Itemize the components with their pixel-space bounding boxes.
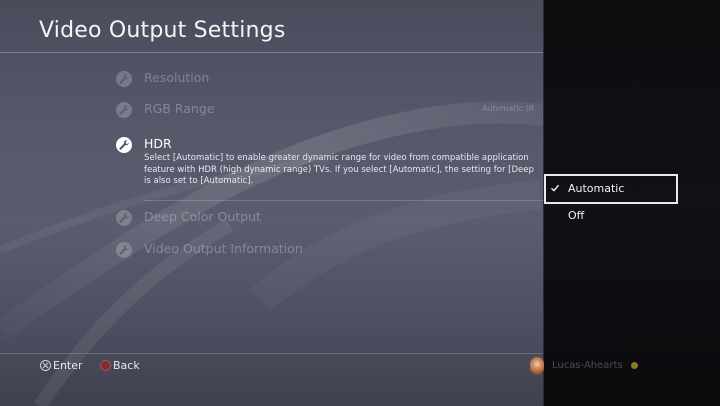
status-dot-icon: [631, 362, 638, 369]
menu-item-label: Deep Color Output: [144, 209, 261, 224]
menu-item-label: Resolution: [144, 70, 210, 85]
wrench-icon: [116, 102, 132, 118]
menu-item-hdr[interactable]: HDR Select [Automatic] to enable greater…: [116, 132, 546, 196]
options-panel: Automatic Off: [543, 0, 720, 406]
wrench-icon: [116, 210, 132, 226]
page-title: Video Output Settings: [39, 18, 286, 43]
wrench-icon: [116, 242, 132, 258]
menu-divider: [144, 200, 546, 201]
footer-divider: [0, 353, 543, 354]
back-hint[interactable]: Back: [100, 359, 140, 372]
menu-item-label: HDR: [144, 136, 172, 151]
menu-item-deep-color-output[interactable]: Deep Color Output: [116, 205, 546, 231]
option-automatic[interactable]: Automatic: [544, 174, 678, 204]
option-label: Off: [568, 209, 585, 222]
enter-label: Enter: [53, 359, 83, 372]
menu-item-rgb-range[interactable]: RGB Range Automatic (R: [116, 97, 546, 123]
checkmark-icon: [551, 184, 560, 192]
option-off[interactable]: Off: [544, 201, 678, 231]
avatar: [530, 357, 544, 375]
user-name: Lucas-Ahearts: [552, 360, 623, 371]
back-label: Back: [113, 359, 140, 372]
enter-hint[interactable]: Enter: [40, 359, 83, 372]
menu-item-video-output-information[interactable]: Video Output Information: [116, 237, 546, 263]
option-label: Automatic: [568, 182, 625, 195]
title-divider: [0, 52, 545, 53]
cross-button-icon: [40, 360, 51, 371]
menu-item-resolution[interactable]: Resolution: [116, 66, 546, 92]
menu-item-label: RGB Range: [144, 101, 215, 116]
menu-item-description: Select [Automatic] to enable greater dyn…: [144, 153, 534, 186]
wrench-icon: [116, 71, 132, 87]
wrench-icon: [116, 137, 132, 153]
circle-button-icon: [100, 360, 111, 371]
menu-item-value: Automatic (R: [482, 104, 535, 113]
menu-item-label: Video Output Information: [144, 241, 303, 256]
